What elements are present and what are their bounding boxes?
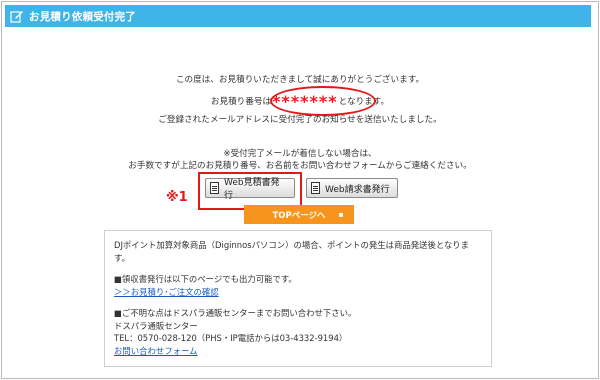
annotation-note: ※1 — [166, 190, 188, 205]
edit-pen-icon — [10, 9, 24, 23]
title-bar: お見積り依頼受付完了 — [5, 5, 591, 27]
square-icon — [337, 211, 345, 219]
web-estimate-label: Web見積書発行 — [224, 178, 280, 201]
info-box: DJポイント加算対象商品（Diginnosパソコン）の場合、ポイントの発生は商品… — [104, 230, 492, 367]
web-invoice-button[interactable]: Web請求書発行 — [306, 178, 398, 198]
top-page-label: TOPページへ — [272, 210, 326, 221]
web-invoice-label: Web請求書発行 — [325, 184, 390, 195]
no-email-note: ※受付完了メールが着信しない場合は、 — [223, 149, 377, 159]
email-sent-message: ご登録されたメールアドレスに受付完了のお知らせを送信いたしました。 — [158, 115, 442, 125]
inquiry-note: ■ご不明な点はドスパラ通販センターまでお問い合わせ下さい。 — [114, 308, 357, 318]
highlight-oval — [270, 86, 376, 116]
tel-info: TEL：0570-028-120（PHS・IP電話からは03-4332-9194… — [114, 333, 348, 343]
page-title: お見積り依頼受付完了 — [29, 10, 136, 23]
order-confirm-link[interactable]: ＞＞お見積り･ご注文の確認 — [114, 287, 219, 297]
document-icon — [311, 182, 320, 194]
no-email-instructions: お手数ですが上記のお見積り番号、お名前をお問い合わせフォームからご連絡ください。 — [128, 161, 472, 171]
document-icon — [210, 182, 219, 194]
estimate-prefix: お見積り番号は — [210, 97, 272, 107]
receipt-note: ■領収書発行は以下のページでも出力可能です。 — [114, 274, 297, 284]
inquiry-form-link[interactable]: お問い合わせフォーム — [114, 346, 198, 356]
web-estimate-button[interactable]: Web見積書発行 — [205, 178, 295, 201]
points-note: DJポイント加算対象商品（Diginnosパソコン）の場合、ポイントの発生は商品… — [114, 240, 470, 263]
thanks-message: この度は、お見積りいただきまして誠にありがとうございます。 — [175, 75, 425, 85]
top-page-button[interactable]: TOPページへ — [244, 205, 354, 224]
center-name: ドスパラ通販センター — [114, 320, 198, 331]
